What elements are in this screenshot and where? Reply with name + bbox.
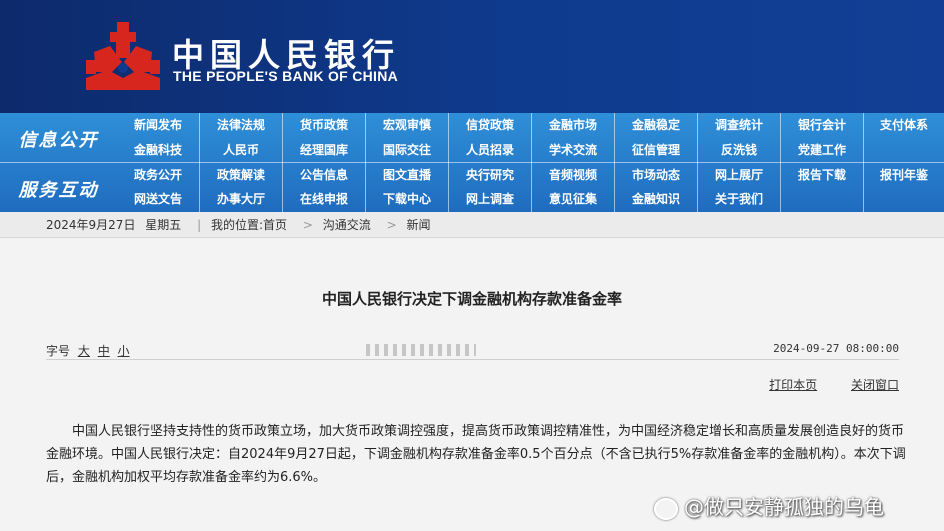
nav-item[interactable]: 图文直播 bbox=[366, 162, 449, 188]
nav-item[interactable]: 信贷政策 bbox=[449, 113, 532, 138]
nav-item[interactable]: 下载中心 bbox=[366, 187, 449, 212]
font-size-small[interactable]: 小 bbox=[118, 344, 130, 358]
nav-item[interactable]: 政策解读 bbox=[200, 162, 283, 188]
close-window-link[interactable]: 关闭窗口 bbox=[851, 378, 899, 392]
font-size-label: 字号 bbox=[46, 344, 71, 358]
font-size-large[interactable]: 大 bbox=[78, 344, 90, 358]
article-title: 中国人民银行决定下调金融机构存款准备金率 bbox=[321, 290, 622, 308]
nav-item[interactable]: 宏观审慎 bbox=[366, 113, 449, 138]
site-header: 中国人民银行 THE PEOPLE'S BANK OF CHINA bbox=[0, 0, 944, 113]
nav-item[interactable]: 音频视频 bbox=[532, 162, 615, 188]
crumb-sep: > bbox=[302, 218, 313, 232]
nav-item[interactable]: 法律法规 bbox=[200, 113, 283, 138]
crumb-divider: | bbox=[197, 218, 202, 232]
breadcrumb: 2024年9月27日 星期五 | 我的位置:首页 > 沟通交流 > 新闻 bbox=[0, 212, 944, 238]
bank-name-en: THE PEOPLE'S BANK OF CHINA bbox=[173, 68, 399, 84]
nav-item[interactable]: 人员招录 bbox=[449, 137, 532, 163]
nav-item[interactable]: 人民币 bbox=[200, 137, 283, 163]
breadcrumb-level3[interactable]: 新闻 bbox=[407, 218, 431, 232]
nav-item[interactable]: 支付体系 bbox=[864, 113, 944, 138]
nav-item[interactable]: 意见征集 bbox=[532, 187, 615, 212]
nav-item[interactable]: 金融稳定 bbox=[615, 113, 698, 138]
nav-row-4: 网送文告 办事大厅 在线申报 下载中心 网上调查 意见征集 金融知识 关于我们 bbox=[117, 187, 944, 212]
redacted-source bbox=[366, 344, 476, 356]
nav-item[interactable]: 反洗钱 bbox=[698, 137, 781, 163]
nav-item bbox=[864, 138, 944, 163]
print-link[interactable]: 打印本页 bbox=[769, 378, 817, 392]
nav-section-service: 服务互动 bbox=[18, 180, 99, 201]
nav-item[interactable]: 报刊年鉴 bbox=[864, 163, 944, 188]
nav-item[interactable]: 金融市场 bbox=[532, 113, 615, 138]
article-area: 中国人民银行决定下调金融机构存款准备金率 字号 大 中 小 2024-09-27… bbox=[0, 238, 944, 531]
crumb-sep: > bbox=[386, 218, 397, 232]
nav-item[interactable]: 市场动态 bbox=[615, 162, 698, 188]
nav-item[interactable]: 银行会计 bbox=[781, 113, 864, 138]
nav-item[interactable]: 网上展厅 bbox=[698, 162, 781, 188]
nav-item[interactable]: 报告下载 bbox=[781, 162, 864, 188]
nav-item[interactable]: 央行研究 bbox=[449, 162, 532, 188]
watermark-text: @做只安静孤独的乌龟 bbox=[684, 495, 884, 519]
nav-item[interactable]: 调查统计 bbox=[698, 113, 781, 138]
nav-item[interactable]: 货币政策 bbox=[283, 113, 366, 138]
current-weekday: 星期五 bbox=[145, 218, 182, 232]
pboc-logo-icon bbox=[86, 22, 160, 90]
nav-item[interactable]: 在线申报 bbox=[283, 187, 366, 212]
nav-item[interactable]: 公告信息 bbox=[283, 162, 366, 188]
nav-section-info: 信息公开 bbox=[18, 130, 99, 151]
nav-row-3: 政务公开 政策解读 公告信息 图文直播 央行研究 音频视频 市场动态 网上展厅 … bbox=[117, 162, 944, 188]
breadcrumb-level2[interactable]: 沟通交流 bbox=[323, 218, 371, 232]
nav-item[interactable]: 党建工作 bbox=[781, 137, 864, 163]
nav-item[interactable]: 金融科技 bbox=[117, 137, 200, 163]
nav-item[interactable]: 办事大厅 bbox=[200, 187, 283, 212]
nav-item[interactable]: 金融知识 bbox=[615, 187, 698, 212]
nav-item[interactable]: 政务公开 bbox=[117, 162, 200, 188]
nav-grid: 新闻发布 法律法规 货币政策 宏观审慎 信贷政策 金融市场 金融稳定 调查统计 … bbox=[117, 113, 944, 212]
article-tools: 打印本页 关闭窗口 bbox=[739, 376, 899, 393]
nav-item[interactable]: 关于我们 bbox=[698, 187, 781, 212]
nav-item[interactable]: 网送文告 bbox=[117, 187, 200, 212]
article-meta: 字号 大 中 小 2024-09-27 08:00:00 bbox=[46, 342, 899, 360]
nav-item[interactable]: 经理国库 bbox=[283, 137, 366, 163]
article-body: 中国人民银行坚持支持性的货币政策立场，加大货币政策调控强度，提高货币政策调控精准… bbox=[46, 424, 906, 485]
font-size-medium[interactable]: 中 bbox=[98, 344, 110, 358]
font-size-controls: 字号 大 中 小 bbox=[46, 342, 130, 359]
nav-item bbox=[864, 187, 944, 212]
main-nav: 信息公开 服务互动 新闻发布 法律法规 货币政策 宏观审慎 信贷政策 金融市场 … bbox=[0, 113, 944, 212]
weibo-logo-icon bbox=[654, 497, 678, 520]
nav-row-2: 金融科技 人民币 经理国库 国际交往 人员招录 学术交流 征信管理 反洗钱 党建… bbox=[117, 137, 944, 163]
publish-datetime: 2024-09-27 08:00:00 bbox=[773, 342, 899, 355]
weibo-watermark: @做只安静孤独的乌龟 bbox=[654, 491, 884, 520]
nav-item[interactable]: 学术交流 bbox=[532, 137, 615, 163]
nav-item[interactable]: 网上调查 bbox=[449, 187, 532, 212]
nav-item[interactable]: 国际交往 bbox=[366, 137, 449, 163]
nav-item bbox=[781, 187, 864, 212]
breadcrumb-home[interactable]: 我的位置:首页 bbox=[211, 218, 287, 232]
nav-item[interactable]: 征信管理 bbox=[615, 137, 698, 163]
nav-row-1: 新闻发布 法律法规 货币政策 宏观审慎 信贷政策 金融市场 金融稳定 调查统计 … bbox=[117, 113, 944, 138]
current-date: 2024年9月27日 bbox=[46, 218, 136, 232]
nav-item[interactable]: 新闻发布 bbox=[117, 113, 200, 138]
